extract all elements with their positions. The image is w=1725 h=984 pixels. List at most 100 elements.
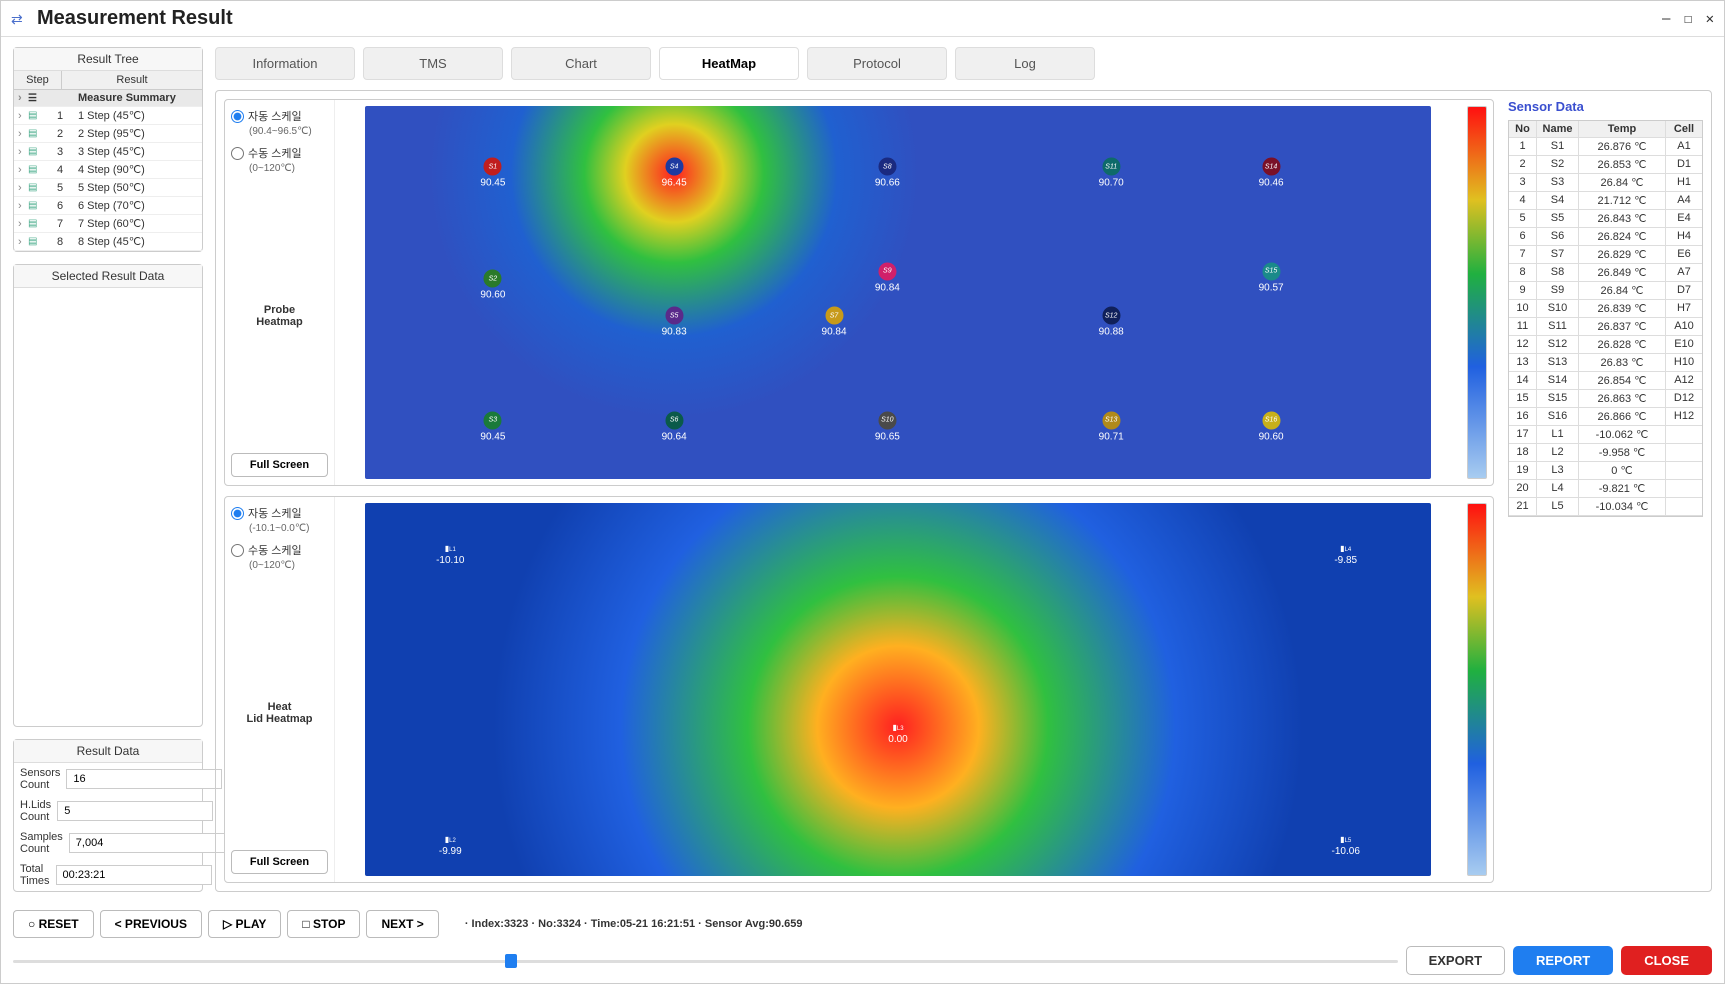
tab-tms[interactable]: TMS (363, 47, 503, 80)
sensor-row[interactable]: 2S226.853 ℃D1 (1509, 156, 1702, 174)
sensor-marker[interactable]: S990.84 (875, 262, 900, 293)
tree-row[interactable]: ›▤22 Step (95℃) (14, 125, 202, 143)
sensor-row[interactable]: 13S1326.83 ℃H10 (1509, 354, 1702, 372)
result-data-field[interactable] (56, 865, 212, 885)
sensor-row[interactable]: 19L30 ℃ (1509, 462, 1702, 480)
probe-fullscreen-button[interactable]: Full Screen (231, 453, 328, 477)
sensor-row[interactable]: 17L1-10.062 ℃ (1509, 426, 1702, 444)
result-data-row: Total Times (14, 859, 202, 891)
app-icon: ⇄ (11, 11, 27, 27)
lid-fullscreen-button[interactable]: Full Screen (231, 850, 328, 874)
sensor-marker[interactable]: S1390.71 (1099, 411, 1124, 442)
tab-chart[interactable]: Chart (511, 47, 651, 80)
sensor-marker[interactable]: S390.45 (480, 411, 505, 442)
selected-result-panel: Selected Result Data (13, 264, 203, 727)
previous-button[interactable]: < PREVIOUS (100, 910, 202, 938)
lid-scale-manual[interactable]: 수동 스케일 (231, 542, 328, 558)
sensor-row[interactable]: 3S326.84 ℃H1 (1509, 174, 1702, 192)
reset-button[interactable]: ○ RESET (13, 910, 94, 938)
probe-heatmap-canvas[interactable]: S190.45 S496.45 S890.66 S1190.70 S1490.46 S29… (365, 106, 1431, 479)
lid-heatmap-card: 자동 스케일 (-10.1~0.0℃) 수동 스케일 (0~120℃) Heat… (224, 496, 1494, 883)
sensor-marker[interactable]: ▮L5-10.06 (1332, 835, 1360, 857)
result-data-field[interactable] (66, 769, 222, 789)
sensor-marker[interactable]: ▮L2-9.99 (439, 835, 462, 857)
sensor-marker[interactable]: S790.84 (822, 307, 847, 338)
sensor-marker[interactable]: S190.45 (480, 158, 505, 189)
result-data-field[interactable] (57, 801, 213, 821)
sensor-row[interactable]: 4S421.712 ℃A4 (1509, 192, 1702, 210)
tree-icon: ☰ (28, 93, 46, 104)
sensor-marker[interactable]: S1490.46 (1259, 158, 1284, 189)
tree-row[interactable]: ›▤66 Step (70℃) (14, 197, 202, 215)
playback-slider[interactable] (13, 952, 1398, 970)
sensor-row[interactable]: 12S1226.828 ℃E10 (1509, 336, 1702, 354)
export-button[interactable]: EXPORT (1406, 946, 1505, 975)
tab-protocol[interactable]: Protocol (807, 47, 947, 80)
sensor-marker[interactable]: S1590.57 (1259, 262, 1284, 293)
sensor-row[interactable]: 11S1126.837 ℃A10 (1509, 318, 1702, 336)
sensor-marker[interactable]: S890.66 (875, 158, 900, 189)
sensor-marker[interactable]: S1190.70 (1099, 158, 1124, 189)
sensor-data-panel: Sensor Data No Name Temp Cell 1S126.876 … (1508, 99, 1703, 883)
tree-row[interactable]: ›▤11 Step (45℃) (14, 107, 202, 125)
tree-summary-row[interactable]: ›☰ Measure Summary (14, 90, 202, 107)
next-button[interactable]: NEXT > (366, 910, 438, 938)
window-controls: — ☐ ✕ (1652, 11, 1714, 27)
tree-icon: ▤ (28, 110, 46, 121)
sensor-row[interactable]: 8S826.849 ℃A7 (1509, 264, 1702, 282)
sensor-row[interactable]: 1S126.876 ℃A1 (1509, 138, 1702, 156)
sensor-marker[interactable]: S590.83 (662, 307, 687, 338)
report-button[interactable]: REPORT (1513, 946, 1613, 975)
sensor-marker[interactable]: S1690.60 (1259, 411, 1284, 442)
sensor-row[interactable]: 5S526.843 ℃E4 (1509, 210, 1702, 228)
sensor-marker[interactable]: S1090.65 (875, 411, 900, 442)
play-button[interactable]: ▷ PLAY (208, 910, 281, 938)
probe-scale-manual[interactable]: 수동 스케일 (231, 145, 328, 161)
tree-row[interactable]: ›▤88 Step (45℃) (14, 233, 202, 251)
titlebar: ⇄ Measurement Result — ☐ ✕ (1, 1, 1724, 37)
tree-row[interactable]: ›▤33 Step (45℃) (14, 143, 202, 161)
tree-icon: ▤ (28, 146, 46, 157)
stop-button[interactable]: □ STOP (287, 910, 360, 938)
sensor-row[interactable]: 9S926.84 ℃D7 (1509, 282, 1702, 300)
sensor-row[interactable]: 10S1026.839 ℃H7 (1509, 300, 1702, 318)
probe-heatmap-card: 자동 스케일 (90.4~96.5℃) 수동 스케일 (0~120℃) Prob… (224, 99, 1494, 486)
sensor-marker[interactable]: S1290.88 (1099, 307, 1124, 338)
tree-icon: ▤ (28, 200, 46, 211)
sensor-row[interactable]: 21L5-10.034 ℃ (1509, 498, 1702, 516)
sensor-row[interactable]: 16S1626.866 ℃H12 (1509, 408, 1702, 426)
sensor-marker[interactable]: S690.64 (662, 411, 687, 442)
sensor-marker[interactable]: ▮L1-10.10 (436, 544, 464, 566)
lid-heatmap-canvas[interactable]: ▮L1-10.10 ▮L4-9.85 ▮L30.00 ▮L2-9.99 ▮L5-10.0… (365, 503, 1431, 876)
result-tree-panel: Result Tree Step Result ›☰ Measure Summa… (13, 47, 203, 252)
sensor-row[interactable]: 6S626.824 ℃H4 (1509, 228, 1702, 246)
sensor-row[interactable]: 14S1426.854 ℃A12 (1509, 372, 1702, 390)
result-data-field[interactable] (69, 833, 225, 853)
colorbar (1467, 503, 1487, 876)
window-title: Measurement Result (37, 7, 1652, 30)
sensor-marker[interactable]: S496.45 (662, 158, 687, 189)
tree-row[interactable]: ›▤55 Step (50℃) (14, 179, 202, 197)
tree-row[interactable]: ›▤44 Step (90℃) (14, 161, 202, 179)
sensor-row[interactable]: 7S726.829 ℃E6 (1509, 246, 1702, 264)
maximize-icon[interactable]: ☐ (1684, 11, 1692, 27)
tree-row[interactable]: ›▤77 Step (60℃) (14, 215, 202, 233)
colorbar (1467, 106, 1487, 479)
lid-scale-auto[interactable]: 자동 스케일 (231, 505, 328, 521)
sensor-marker[interactable]: S290.60 (480, 270, 505, 301)
result-tree-cols: Step Result (14, 71, 202, 90)
sensor-row[interactable]: 20L4-9.821 ℃ (1509, 480, 1702, 498)
sensor-marker[interactable]: ▮L30.00 (888, 723, 907, 745)
sensor-data-title: Sensor Data (1508, 99, 1703, 114)
close-icon[interactable]: ✕ (1706, 11, 1714, 27)
tab-information[interactable]: Information (215, 47, 355, 80)
result-data-header: Result Data (14, 740, 202, 763)
minimize-icon[interactable]: — (1662, 11, 1670, 27)
probe-scale-auto[interactable]: 자동 스케일 (231, 108, 328, 124)
tab-log[interactable]: Log (955, 47, 1095, 80)
sensor-marker[interactable]: ▮L4-9.85 (1334, 544, 1357, 566)
sensor-row[interactable]: 15S1526.863 ℃D12 (1509, 390, 1702, 408)
tab-heatmap[interactable]: HeatMap (659, 47, 799, 80)
close-button[interactable]: CLOSE (1621, 946, 1712, 975)
sensor-row[interactable]: 18L2-9.958 ℃ (1509, 444, 1702, 462)
